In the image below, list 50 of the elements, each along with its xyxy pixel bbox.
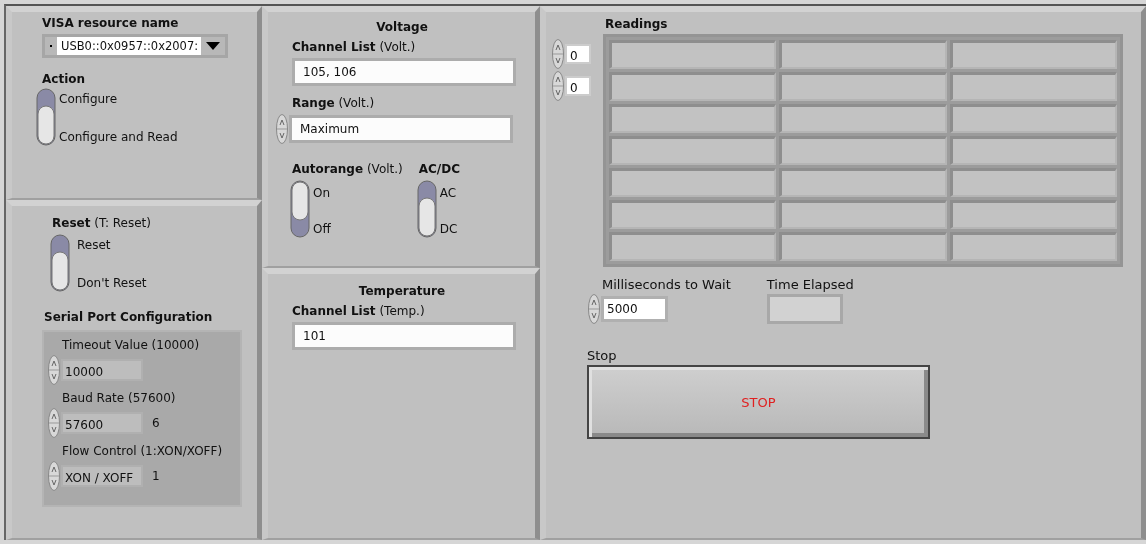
array-index-field[interactable]: 0 [565,44,591,64]
field-label: Milliseconds to Wait [602,277,731,292]
spinner-arrows-icon[interactable] [552,39,564,69]
resource-dropdown[interactable]: USB0::0x0957::0x2007: [42,34,228,58]
switch-option-label: DC [439,222,458,236]
dropdown-arrow-icon[interactable] [206,42,220,50]
toggle-switch[interactable] [50,234,70,292]
field-label: Baud Rate (57600) [62,391,177,405]
numeric-field[interactable]: 5000 [604,299,665,319]
text-field[interactable]: 101 [295,325,513,347]
toggle-switch[interactable] [36,88,56,146]
section-title: Voltage [375,20,429,34]
numeric-field[interactable]: 10000 [61,359,143,381]
field-label: Action [42,72,87,86]
switch-option-label: On [313,186,331,200]
field-label: Reset (T: Reset) [52,216,152,230]
spinner-arrows-icon[interactable] [588,294,600,324]
switch-option-label: AC [439,186,458,200]
switch-option-label: Reset [77,238,112,252]
array-label: Readings [605,17,669,31]
field-label: AC/DC [418,162,460,176]
value-code: 6 [152,416,160,430]
spinner-arrows-icon[interactable] [48,461,60,491]
field-label: Flow Control (1:XON/XOFF) [62,444,224,458]
field-label: Timeout Value (10000) [62,338,201,352]
spinner-arrows-icon[interactable] [276,114,288,144]
array-index-field[interactable]: 0 [565,76,591,96]
spinner-arrows-icon[interactable] [48,408,60,438]
field-label: Time Elapsed [766,277,854,292]
toggle-switch[interactable] [290,180,310,238]
group-title: Serial Port Configuration [44,310,214,324]
field-label: Autorange (Volt.) [292,162,403,176]
spinner-arrows-icon[interactable] [48,355,60,385]
switch-option-label: Don't Reset [77,276,147,290]
numeric-field[interactable]: 57600 [61,412,143,434]
range-field[interactable]: Maximum [292,118,510,140]
button-label: Stop [587,348,618,363]
text-field[interactable]: 105, 106 [295,61,513,83]
field-label: Channel List (Temp.) [292,304,426,318]
spinner-arrows-icon[interactable] [552,71,564,101]
switch-option-label: Configure and Read [59,130,178,144]
toggle-switch[interactable] [416,180,437,238]
field-label: Range (Volt.) [292,96,376,110]
switch-option-label: Configure [59,92,119,106]
switch-option-label: Off [313,222,331,236]
section-title: Temperature [357,284,447,298]
value-code: 1 [152,469,160,483]
field-label: Channel List (Volt.) [292,40,417,54]
numeric-field[interactable]: XON / XOFF [61,465,143,487]
field-label: VISA resource name [42,16,180,30]
